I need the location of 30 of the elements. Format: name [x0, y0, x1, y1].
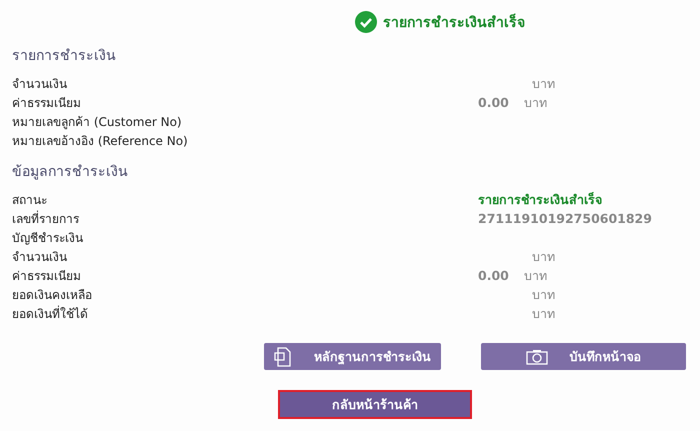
back-to-shop-button[interactable]: กลับหน้าร้านค้า	[278, 390, 472, 419]
field-label: จำนวนเงิน	[12, 76, 68, 93]
amount-value: 0.00	[478, 95, 510, 110]
field-label: หมายเลขลูกค้า (Customer No)	[12, 114, 183, 131]
currency-unit: บาท	[524, 94, 547, 112]
amount-value: 0.00	[478, 268, 510, 283]
success-title: รายการชำระเงินสำเร็จ	[383, 12, 525, 33]
currency-unit: บาท	[532, 286, 555, 304]
currency-unit: บาท	[532, 248, 555, 266]
field-label: หมายเลขอ้างอิง (Reference No)	[12, 133, 189, 150]
field-label: ยอดเงินคงเหลือ	[12, 287, 93, 304]
currency-unit: บาท	[532, 74, 555, 92]
currency-unit: บาท	[524, 266, 547, 284]
field-label: ค่าธรรมเนียม	[12, 95, 82, 112]
field-value: 27111910192750601829	[478, 211, 652, 226]
field-label: ยอดเงินที่ใช้ได้	[12, 304, 89, 323]
camera-icon	[526, 348, 548, 364]
section-title: ข้อมูลการชำระเงิน	[12, 163, 129, 182]
status-value: รายการชำระเงินสำเร็จ	[478, 190, 602, 208]
field-label: เลขที่รายการ	[12, 210, 80, 228]
field-label: สถานะ	[12, 192, 48, 209]
currency-unit: บาท	[532, 304, 555, 322]
screenshot-button[interactable]: บันทึกหน้าจอ	[481, 343, 686, 370]
field-label: บัญชีชำระเงิน	[12, 230, 84, 247]
check-circle-icon	[355, 11, 377, 33]
document-icon	[274, 346, 292, 366]
receipt-button[interactable]: หลักฐานการชำระเงิน	[264, 343, 441, 370]
section-title: รายการชำระเงิน	[12, 47, 117, 66]
field-label: จำนวนเงิน	[12, 249, 68, 266]
field-label: ค่าธรรมเนียม	[12, 268, 82, 285]
